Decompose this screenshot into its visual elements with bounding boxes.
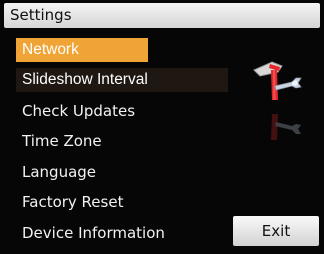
settings-screen: Settings Network Slideshow Interval Chec…: [0, 0, 324, 254]
menu-item-language[interactable]: Language: [16, 160, 96, 184]
menu-item-factory-reset[interactable]: Factory Reset: [16, 190, 123, 214]
menu-item-time-zone[interactable]: Time Zone: [16, 129, 102, 153]
page-title: Settings: [10, 6, 72, 24]
menu-item-network[interactable]: Network: [16, 38, 148, 62]
menu-item-slideshow-interval[interactable]: Slideshow Interval: [16, 68, 228, 92]
exit-button[interactable]: Exit: [233, 216, 319, 246]
menu-item-device-information[interactable]: Device Information: [16, 221, 165, 245]
title-bar: Settings: [4, 3, 320, 28]
tools-icon: [253, 61, 302, 100]
tools-reflection-icon: [271, 114, 301, 140]
menu-item-check-updates[interactable]: Check Updates: [16, 99, 135, 123]
